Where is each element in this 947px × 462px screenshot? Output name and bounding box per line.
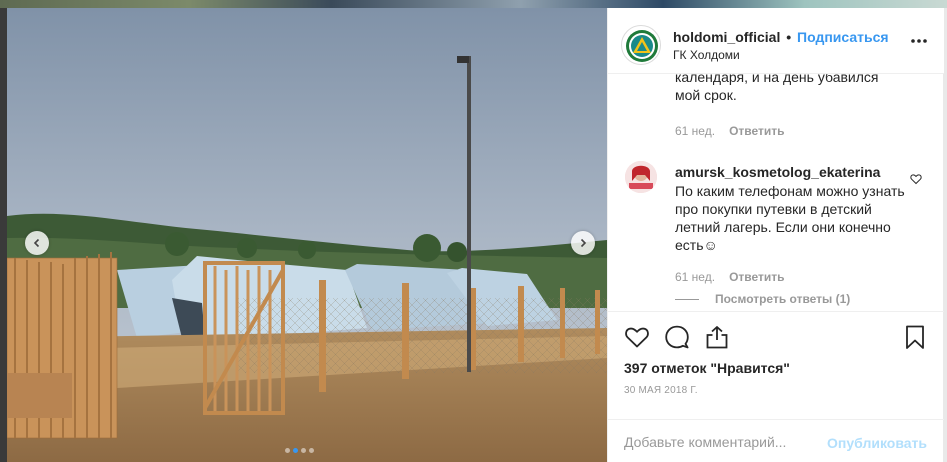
holdomi-logo-icon xyxy=(626,30,658,62)
post-photo[interactable] xyxy=(7,8,607,462)
comment-time: 61 нед. xyxy=(675,270,716,284)
reply-button[interactable]: Ответить xyxy=(729,270,784,284)
share-upload-icon[interactable] xyxy=(704,324,730,350)
bookmark-icon[interactable] xyxy=(902,324,928,350)
chevron-right-icon xyxy=(580,238,587,248)
post-actions: 397 отметок "Нравится" 30 МАЯ 2018 Г. xyxy=(608,311,944,419)
carousel-dot-active xyxy=(293,448,298,453)
next-slide-button[interactable] xyxy=(571,231,595,255)
separator-dot: • xyxy=(786,29,792,45)
like-comment-heart-icon[interactable] xyxy=(910,173,922,185)
previous-slide-button[interactable] xyxy=(25,231,49,255)
more-options-icon[interactable] xyxy=(910,38,928,44)
carousel-indicator xyxy=(285,448,314,453)
add-comment-bar: Опубликовать xyxy=(608,419,944,462)
view-replies-label: Посмотреть ответы (1) xyxy=(715,292,851,306)
commenter-username[interactable]: amursk_kosmetolog_ekaterina xyxy=(675,164,880,180)
carousel-dot xyxy=(285,448,290,453)
post-username[interactable]: holdomi_official xyxy=(673,29,780,45)
likes-count[interactable]: 397 отметок "Нравится" xyxy=(624,360,790,376)
comment-meta: 61 нед. Ответить xyxy=(675,270,785,284)
follow-button[interactable]: Подписаться xyxy=(797,29,889,45)
publish-comment-button[interactable]: Опубликовать xyxy=(827,435,927,451)
background-page-strip xyxy=(0,0,947,8)
post-header: holdomi_official • Подписаться ГК Холдом… xyxy=(608,8,944,74)
post-date: 30 МАЯ 2018 Г. xyxy=(624,385,698,396)
chevron-left-icon xyxy=(33,238,40,248)
like-heart-icon[interactable] xyxy=(624,324,650,350)
comment-meta: 61 нед. Ответить xyxy=(675,124,785,138)
account-avatar[interactable] xyxy=(621,25,661,65)
carousel-dot xyxy=(301,448,306,453)
comments-list[interactable]: календаря, и на день убавился мой срок. … xyxy=(608,74,944,311)
comment-bubble-icon[interactable] xyxy=(664,324,690,350)
post-author-line: holdomi_official • Подписаться xyxy=(673,29,889,45)
replies-divider-line xyxy=(675,298,699,300)
post-side-panel: holdomi_official • Подписаться ГК Холдом… xyxy=(607,8,944,462)
post-location[interactable]: ГК Холдоми xyxy=(673,48,740,62)
comment-text-clipped: календаря, и на день убавился мой срок. xyxy=(675,74,879,103)
photo-scene xyxy=(7,8,607,462)
carousel-dot xyxy=(309,448,314,453)
comment-text: По каким телефонам можно узнать про поку… xyxy=(675,183,905,253)
comment-input[interactable] xyxy=(624,432,814,452)
instagram-post-modal: holdomi_official • Подписаться ГК Холдом… xyxy=(0,0,947,462)
commenter-avatar[interactable] xyxy=(625,161,657,193)
comment-time: 61 нед. xyxy=(675,124,716,138)
view-replies-button[interactable]: Посмотреть ответы (1) xyxy=(675,292,850,306)
commenter-avatar-image xyxy=(625,161,657,193)
reply-button[interactable]: Ответить xyxy=(729,124,784,138)
